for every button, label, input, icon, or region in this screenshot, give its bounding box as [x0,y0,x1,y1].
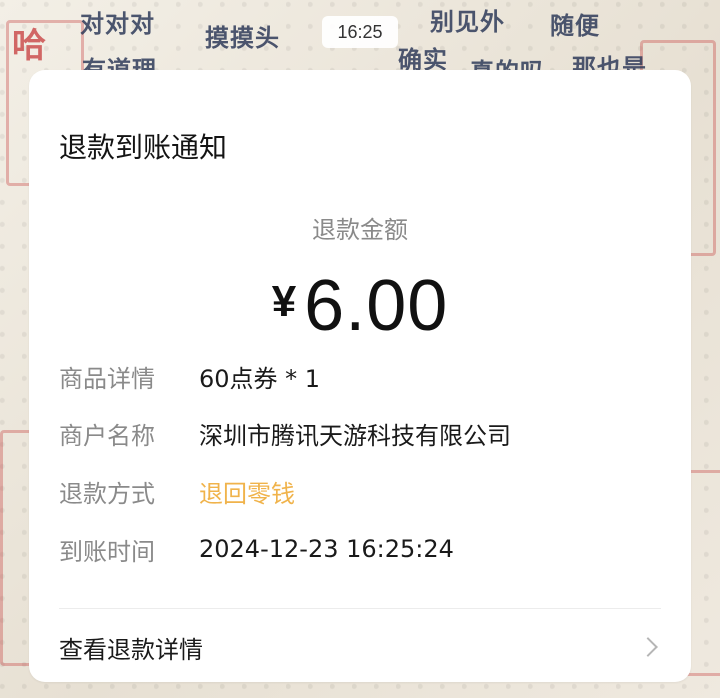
row-label: 商品详情 [59,364,155,393]
detail-row-merchant: 商户名称 深圳市腾讯天游科技有限公司 [59,413,511,453]
currency-symbol: ¥ [271,277,297,326]
wallpaper-word: 摸摸头 [205,24,280,52]
row-label: 商户名称 [59,421,155,450]
row-value: 退回零钱 [199,479,295,508]
wallpaper-word: 随便 [550,12,600,40]
row-label: 退款方式 [59,479,155,508]
row-label: 到账时间 [59,537,155,566]
chevron-right-icon [638,637,658,657]
view-refund-details-link[interactable]: 查看退款详情 [59,624,661,670]
refund-amount-label: 退款金额 [312,216,408,244]
amount-value: 6.00 [304,266,449,346]
row-value: 深圳市腾讯天游科技有限公司 [199,421,511,450]
row-value: 2024-12-23 16:25:24 [199,535,454,563]
wallpaper-word: 别见外 [430,8,505,36]
refund-amount: ¥6.00 [29,265,691,347]
wallpaper-word: 对对对 [80,10,155,38]
divider [59,608,661,609]
footer-link-label: 查看退款详情 [59,635,203,664]
refund-notice-card[interactable]: 退款到账通知 退款金额 ¥6.00 商品详情 60点券 * 1 商户名称 深圳市… [29,70,691,682]
row-value: 60点券 * 1 [199,364,321,393]
wallpaper-word: 哈 [12,26,47,66]
detail-row-arrival-time: 到账时间 2024-12-23 16:25:24 [59,529,454,569]
status-time-pill: 16:25 [322,16,398,48]
detail-row-refund-method: 退款方式 退回零钱 [59,471,295,511]
detail-row-product: 商品详情 60点券 * 1 [59,356,320,396]
notice-title: 退款到账通知 [59,131,228,164]
status-time: 16:25 [337,21,383,42]
